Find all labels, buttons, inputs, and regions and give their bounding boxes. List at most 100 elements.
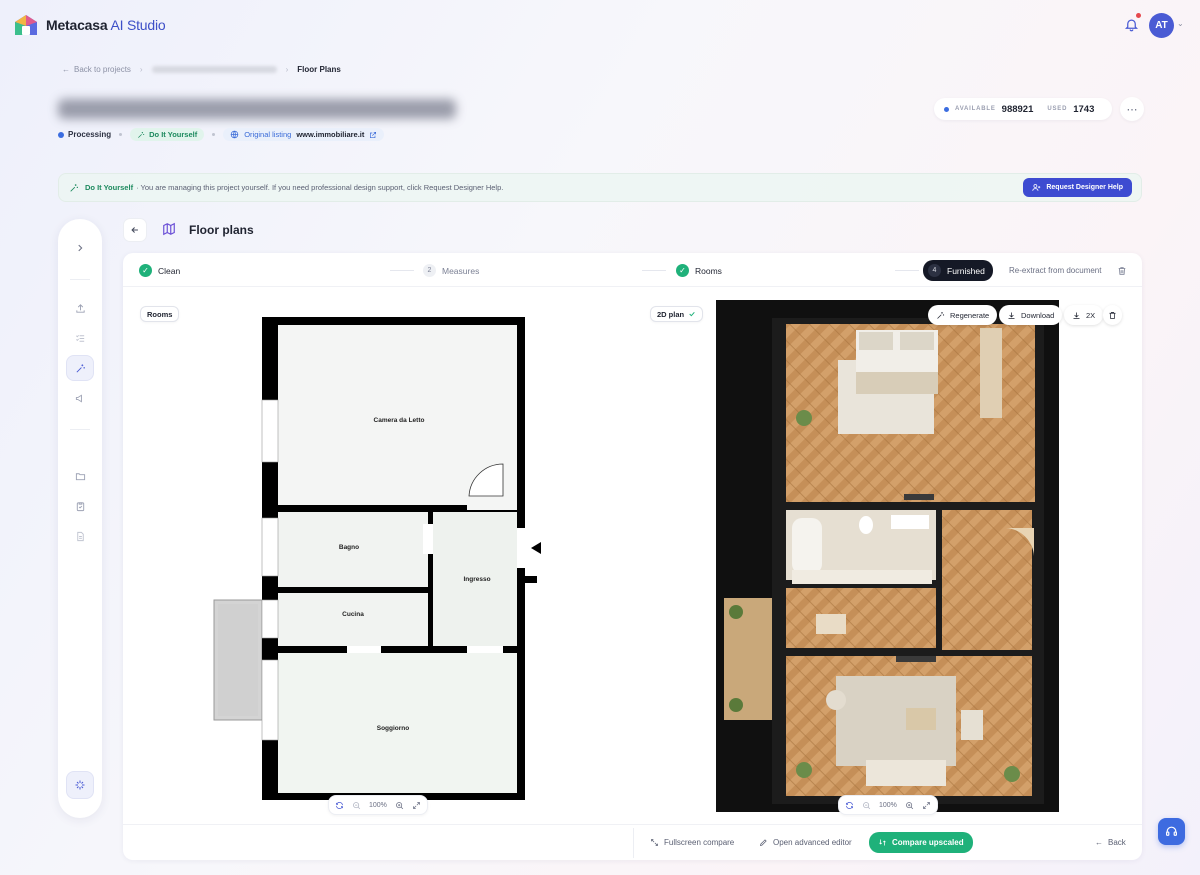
arrow-left-icon [131, 227, 138, 233]
used-credits: 1743 [1073, 103, 1095, 115]
compare-upscaled-button[interactable]: Compare upscaled [869, 832, 973, 853]
room-label-soggiorno: Soggiorno [377, 725, 410, 732]
reextract-link[interactable]: Re-extract from document [1009, 266, 1101, 275]
request-designer-help-button[interactable]: Request Designer Help [1023, 178, 1132, 197]
regenerate-button[interactable]: Regenerate [928, 305, 998, 325]
expand-rail-button[interactable] [66, 235, 94, 261]
expand-icon [923, 801, 930, 809]
ai-assistant-button[interactable] [66, 771, 94, 799]
arrow-left-icon: ← [62, 65, 70, 74]
folder-tool-button[interactable] [66, 463, 94, 489]
external-link-icon [370, 131, 377, 138]
check-icon: ✓ [676, 264, 689, 277]
download-2x-button[interactable]: 2X [1064, 305, 1104, 325]
zoom-out-button[interactable] [862, 801, 871, 810]
sparkle-icon [937, 311, 945, 319]
zoom-out-button[interactable] [352, 801, 361, 810]
announce-tool-button[interactable] [66, 385, 94, 411]
brand-suffix: AI Studio [110, 17, 166, 33]
download-icon [1008, 312, 1015, 319]
footer-back-label: Back [1108, 838, 1126, 847]
pencil-icon [759, 839, 767, 847]
project-name-redacted[interactable] [151, 66, 277, 73]
sync-view-button[interactable] [335, 801, 344, 810]
fullscreen-compare-button[interactable]: Fullscreen compare [650, 832, 734, 853]
delete-floorplan-button[interactable] [1117, 265, 1127, 279]
support-chat-button[interactable] [1158, 818, 1185, 845]
available-credits: 988921 [1001, 103, 1034, 115]
chevron-down-icon[interactable]: ⌄ [1177, 19, 1184, 28]
zoom-level: 100% [879, 801, 897, 809]
sparkle-icon [138, 131, 145, 138]
back-to-projects-link[interactable]: ← Back to projects [62, 65, 131, 74]
delete-render-button[interactable] [1103, 305, 1122, 325]
sparkles-icon [75, 780, 85, 790]
magic-wand-tool-button[interactable] [66, 355, 94, 381]
sparkle-icon [70, 183, 78, 192]
step-label: Rooms [695, 265, 722, 276]
user-avatar[interactable]: AT [1149, 13, 1174, 38]
download-icon [1073, 312, 1080, 319]
page-title: Floor plans [189, 223, 254, 237]
left-zoom-bar: 100% [328, 795, 428, 815]
zoom-in-icon [396, 801, 404, 809]
status-label: Processing [68, 130, 112, 139]
sync-view-button[interactable] [845, 801, 854, 810]
chevron-right-icon [78, 244, 83, 252]
back-to-projects-label: Back to projects [74, 65, 131, 74]
upload-tool-button[interactable] [66, 295, 94, 321]
trash-icon [1118, 267, 1126, 275]
brand-logo[interactable]: Metacasa AI Studio [14, 14, 166, 36]
open-advanced-editor-button[interactable]: Open advanced editor [759, 832, 852, 853]
step-clean[interactable]: ✓ Clean [139, 264, 180, 277]
mode-badge: Do It Yourself [130, 128, 205, 141]
download-button[interactable]: Download [999, 305, 1063, 325]
bell-icon [1124, 19, 1138, 31]
back-button[interactable] [123, 218, 147, 242]
request-designer-help-label: Request Designer Help [1046, 184, 1123, 191]
fullscreen-button[interactable] [922, 801, 931, 810]
notifications-button[interactable] [1120, 12, 1142, 36]
original-listing-link[interactable]: Original listing www.immobiliare.it [223, 128, 385, 141]
open-advanced-editor-label: Open advanced editor [773, 838, 852, 847]
step-label: Clean [158, 265, 181, 276]
2d-plan-tag[interactable]: 2D plan [650, 306, 704, 322]
more-options-button[interactable]: ⋯ [1120, 97, 1144, 121]
trash-icon [1109, 311, 1116, 319]
zoom-in-button[interactable] [905, 801, 914, 810]
zoom-in-icon [906, 801, 914, 809]
checklist-tool-button[interactable] [66, 325, 94, 351]
zoom-in-button[interactable] [395, 801, 404, 810]
document-tool-button[interactable] [66, 523, 94, 549]
clipboard-tool-button[interactable] [66, 493, 94, 519]
status-badge: Processing [58, 130, 111, 139]
step-measures[interactable]: 2 Measures [423, 264, 479, 277]
breadcrumb-separator: › [285, 65, 289, 74]
step-label: Furnished [947, 265, 985, 276]
regenerate-label: Regenerate [950, 310, 990, 320]
fullscreen-button[interactable] [412, 801, 421, 810]
zoom-out-icon [863, 801, 871, 809]
check-icon [689, 311, 695, 317]
room-label-bagno: Bagno [339, 544, 359, 551]
original-site: www.immobiliare.it [296, 130, 365, 139]
step-label: Measures [442, 265, 480, 276]
credits-panel: AVAILABLE 988921 USED 1743 [934, 98, 1113, 120]
upload-icon [75, 303, 85, 313]
footer-back-button[interactable]: ← Back [1095, 832, 1126, 853]
map-icon [163, 222, 175, 236]
step-furnished[interactable]: 4 Furnished [923, 260, 993, 281]
2d-plan-label: 2D plan [657, 309, 685, 319]
expand-icon [413, 801, 420, 809]
breadcrumb-current: Floor Plans [297, 65, 341, 74]
zoom-level: 100% [369, 801, 387, 809]
document-icon [76, 531, 84, 541]
original-listing-label: Original listing [244, 130, 292, 139]
ellipsis-icon: ⋯ [1126, 103, 1138, 116]
clipboard-icon [76, 501, 84, 511]
rooms-tag[interactable]: Rooms [140, 306, 180, 322]
notification-badge [1136, 13, 1141, 18]
step-rooms[interactable]: ✓ Rooms [676, 264, 722, 277]
check-icon: ✓ [139, 264, 152, 277]
compare-upscaled-label: Compare upscaled [892, 838, 964, 847]
